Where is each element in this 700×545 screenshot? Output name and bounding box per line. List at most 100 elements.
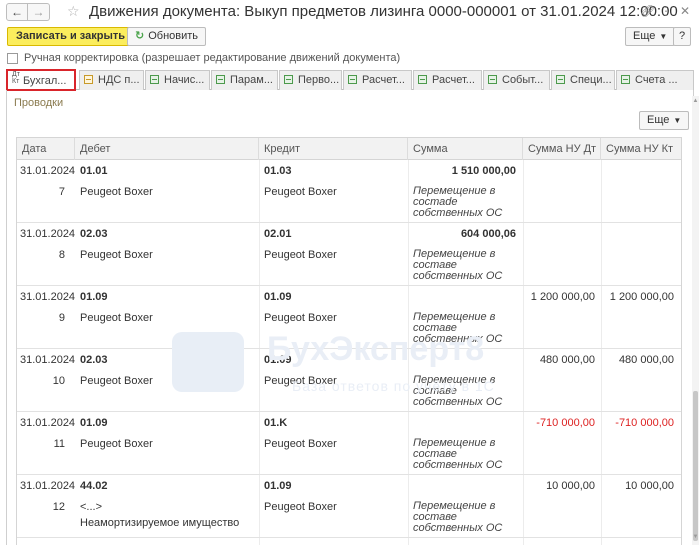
section-title: Проводки xyxy=(14,97,64,109)
table-row[interactable]: 31.01.2024 12 44.02 <...> Неамортизируемое и… xyxy=(17,475,681,538)
cell-line-number: 7 xyxy=(58,186,65,198)
tab-register-5[interactable]: Перво... xyxy=(279,70,342,90)
title-bar: ← → ☆ Движения документа: Выкуп предмето… xyxy=(0,0,700,24)
debit-credit-icon: Дт Кт xyxy=(12,71,20,85)
more-label: Еще xyxy=(633,30,656,42)
table-row[interactable]: 31.01.2024 11 01.09 Peugeot Boxer 01.K Peugeo… xyxy=(17,412,681,475)
cell-date: 31.01.2024 xyxy=(20,165,76,177)
favorite-star-icon[interactable]: ☆ xyxy=(67,3,80,20)
cell-debit-subconto: Peugeot Boxer xyxy=(80,186,153,198)
cell-date: 31.01.2024 xyxy=(20,480,76,492)
cell-sum: 604 000,06 xyxy=(460,228,516,240)
tab-register-4[interactable]: Парам... xyxy=(211,70,278,90)
help-button[interactable]: ? xyxy=(673,27,692,46)
tab-label: Счета ... xyxy=(635,74,678,86)
table-icon xyxy=(418,75,427,84)
table-row[interactable]: 31.01.2024 9 01.09 Peugeot Boxer 01.09 Peugeo… xyxy=(17,286,681,349)
cell-credit-account: 01.03 xyxy=(264,165,292,177)
tab-label: Бухгал... xyxy=(22,75,67,87)
cell-credit-account: 02.01 xyxy=(264,228,292,240)
cell-credit-account: 01.09 xyxy=(264,291,292,303)
table-row[interactable]: 31.01.2024 7 01.01 Peugeot Boxer 01.03 Peugeo… xyxy=(17,160,681,223)
tab-register-7[interactable]: Расчет... xyxy=(413,70,482,90)
tab-vat[interactable]: НДС п... xyxy=(79,70,144,90)
refresh-button[interactable]: ↻ Обновить xyxy=(127,27,207,46)
postings-table: Дата Дебет Кредит Сумма Сумма НУ Дт Сумм… xyxy=(16,137,682,545)
cell-debit-account: 01.09 xyxy=(80,291,108,303)
vertical-scrollbar[interactable]: ▲ ▼ xyxy=(692,96,699,545)
cell-sum-nu-dt: -710 000,00 xyxy=(536,417,595,429)
table-icon xyxy=(621,75,630,84)
postings-panel: Проводки Еще ▼ Дата Дебет Кредит Сумма Су… xyxy=(6,90,694,545)
col-sum[interactable]: Сумма xyxy=(408,138,523,160)
cell-content: Перемещение в составе собственных ОС xyxy=(413,437,503,471)
manual-edit-row: Ручная корректировка (разрешает редактир… xyxy=(7,52,400,64)
cell-debit-subconto: <...> xyxy=(80,501,103,513)
cell-content: Перемещение в составе собственных ОС xyxy=(413,500,503,534)
tab-register-6[interactable]: Расчет... xyxy=(343,70,412,90)
more-button[interactable]: Еще ▼ xyxy=(625,27,676,46)
cell-content: Перемещение в состаdе собственных ОС xyxy=(413,185,503,219)
manual-edit-checkbox[interactable] xyxy=(7,52,18,64)
back-button[interactable]: ← xyxy=(6,3,28,21)
cell-line-number: 10 xyxy=(52,375,65,387)
cell-sum-nu-dt: 480 000,00 xyxy=(539,354,595,366)
cell-sum-nu-kt: -710 000,00 xyxy=(615,417,674,429)
scroll-down-icon[interactable]: ▼ xyxy=(692,534,699,540)
link-icon[interactable]: 🔗︎ xyxy=(640,4,655,18)
cell-credit-subconto: Peugeot Boxer xyxy=(264,501,337,513)
cell-debit-subconto: Peugeot Boxer xyxy=(80,375,153,387)
col-credit[interactable]: Кредит xyxy=(259,138,408,160)
col-sum-nu-dt[interactable]: Сумма НУ Дт xyxy=(523,138,601,160)
table-icon xyxy=(348,75,357,84)
scroll-up-icon[interactable]: ▲ xyxy=(692,98,699,104)
cell-line-number: 12 xyxy=(52,501,65,513)
more-label: Еще xyxy=(647,114,670,126)
cell-debit-subconto: Peugeot Boxer xyxy=(80,438,153,450)
table-row[interactable]: 31.01.2024 8 02.03 Peugeot Boxer 02.01 Peugeo… xyxy=(17,223,681,286)
cell-line-number: 8 xyxy=(58,249,65,261)
cell-sum-nu-kt: 480 000,00 xyxy=(618,354,674,366)
col-sum-nu-kt[interactable]: Сумма НУ Кт xyxy=(601,138,681,160)
tab-register-8[interactable]: Событ... xyxy=(483,70,550,90)
tab-label: Начис... xyxy=(164,74,205,86)
table-more-button[interactable]: Еще ▼ xyxy=(639,111,690,130)
close-icon[interactable]: ✕ xyxy=(680,4,690,18)
cell-credit-subconto: Peugeot Boxer xyxy=(264,375,337,387)
col-date[interactable]: Дата xyxy=(17,138,75,160)
table-icon xyxy=(284,75,293,84)
tab-label: Перво... xyxy=(298,74,340,86)
cell-date: 31.01.2024 xyxy=(20,354,76,366)
tab-register-3[interactable]: Начис... xyxy=(145,70,210,90)
cell-credit-subconto: Peugeot Boxer xyxy=(264,312,337,324)
table-header: Дата Дебет Кредит Сумма Сумма НУ Дт Сумм… xyxy=(17,138,681,160)
save-and-close-button[interactable]: Записать и закрыть xyxy=(7,27,135,46)
register-tabs: Дт Кт Бухгал... НДС п... Начис... Парам...… xyxy=(6,69,694,91)
tab-label: Расчет... xyxy=(432,74,475,86)
tab-register-10[interactable]: Счета ... xyxy=(616,70,694,90)
cell-credit-subconto: Peugeot Boxer xyxy=(264,249,337,261)
cell-sum: 1 510 000,00 xyxy=(451,165,516,177)
arrow-right-icon: → xyxy=(32,5,45,19)
tab-label: Расчет... xyxy=(362,74,405,86)
cell-credit-subconto: Peugeot Boxer xyxy=(264,438,337,450)
forward-button[interactable]: → xyxy=(28,3,50,21)
col-debit[interactable]: Дебет xyxy=(75,138,259,160)
tab-label: Событ... xyxy=(502,74,544,86)
table-row[interactable]: 31.01.2024 10 02.03 Peugeot Boxer 01.09 Peuge… xyxy=(17,349,681,412)
scroll-thumb[interactable] xyxy=(693,391,698,541)
cell-debit-subconto: Peugeot Boxer xyxy=(80,249,153,261)
tab-label: НДС п... xyxy=(98,74,140,86)
cell-credit-account: 01.09 xyxy=(264,354,292,366)
window-title: Движения документа: Выкуп предметов лизи… xyxy=(89,3,678,20)
table-icon xyxy=(150,75,159,84)
refresh-label: Обновить xyxy=(148,30,199,42)
cell-line-number: 9 xyxy=(58,312,65,324)
more-vertical-icon[interactable]: ⋮ xyxy=(660,4,672,18)
tab-accounting[interactable]: Дт Кт Бухгал... xyxy=(6,69,76,91)
cell-debit-account: 01.09 xyxy=(80,417,108,429)
cell-credit-account: 01.09 xyxy=(264,480,292,492)
cell-debit-account: 02.03 xyxy=(80,228,108,240)
arrow-left-icon: ← xyxy=(11,5,23,19)
tab-register-9[interactable]: Специ... xyxy=(551,70,615,90)
